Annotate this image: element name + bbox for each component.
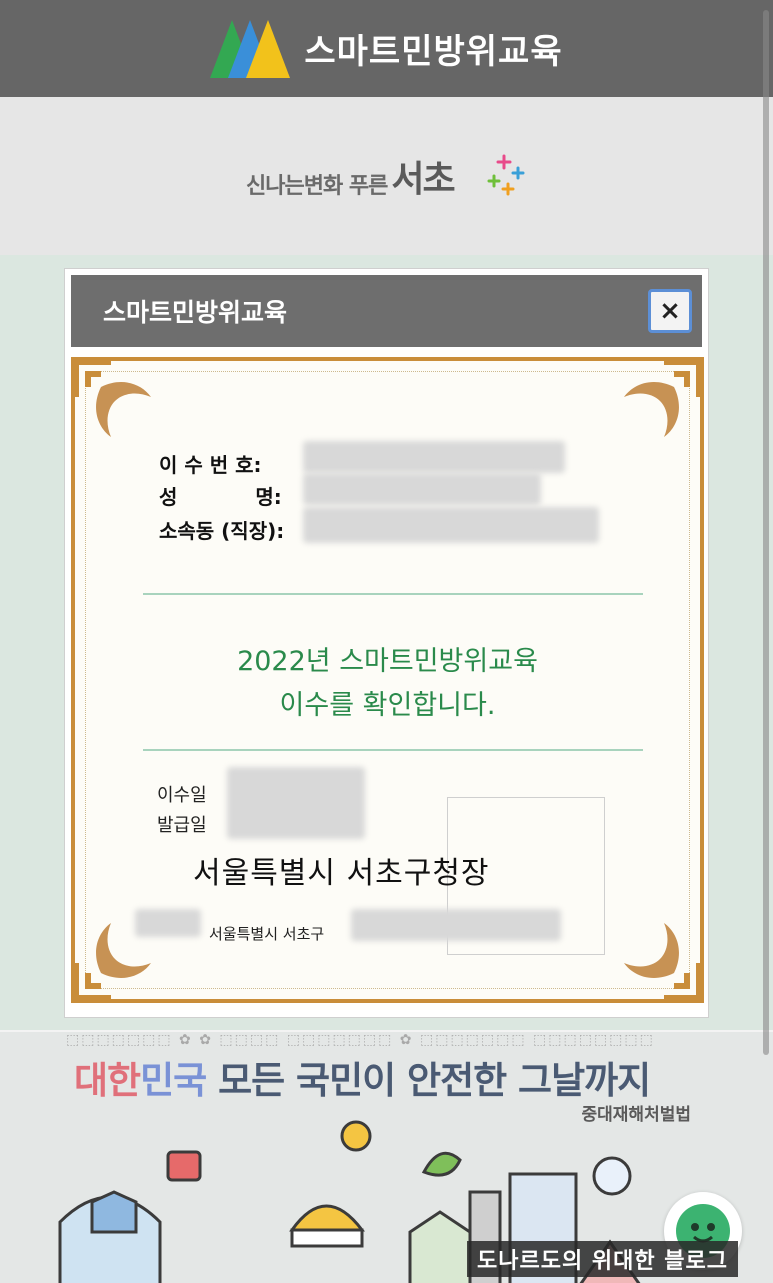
name-row: 성 명: <box>159 481 282 510</box>
slogan-small-text: 신나는변화 푸른 <box>246 174 388 199</box>
ornament-corner-icon <box>624 359 702 437</box>
dates-redacted <box>227 767 365 839</box>
divider-bottom <box>143 749 643 751</box>
org-redacted <box>303 507 599 543</box>
name-redacted <box>303 473 541 505</box>
modal-header: 스마트민방위교육 × <box>71 275 702 347</box>
certificate-number-redacted <box>303 441 565 473</box>
address-detail-redacted <box>351 909 561 941</box>
confirm-line-2: 이수를 확인합니다. <box>279 690 496 721</box>
name-label-second: 명: <box>255 485 282 509</box>
triangle-logo-icon <box>210 19 291 78</box>
seocho-slogan: 신나는변화 푸른 서초 <box>246 154 525 200</box>
modal-title: 스마트민방위교육 <box>103 298 288 327</box>
postcode-redacted <box>135 909 201 937</box>
org-label: 소속동 (직장): <box>159 519 285 543</box>
close-icon: × <box>659 296 681 326</box>
certificate-modal: 스마트민방위교육 × 이 수 번 호: 성 명: 소속동 (직장): 2022년… <box>64 268 709 1018</box>
banner-headline: 대한민국 모든 국민이 안전한 그날까지 <box>74 1059 651 1102</box>
stars-icon <box>487 154 525 196</box>
name-label-first: 성 <box>159 485 178 509</box>
scrollbar[interactable] <box>763 10 769 1055</box>
issuer-name: 서울특별시 서초구청장 <box>193 856 490 891</box>
app-logo[interactable]: 스마트민방위교육 <box>210 19 563 78</box>
completion-date-label: 이수일 <box>157 785 207 806</box>
certificate: 이 수 번 호: 성 명: 소속동 (직장): 2022년 스마트민방위교육 이… <box>71 357 704 1003</box>
app-header: 스마트민방위교육 <box>0 0 773 97</box>
banner-decor-strip: ⬚⬚⬚⬚⬚⬚⬚ ✿ ✿ ⬚⬚⬚⬚ ⬚⬚⬚⬚⬚⬚⬚ ✿ ⬚⬚⬚⬚⬚⬚⬚ ⬚⬚⬚⬚⬚… <box>66 1032 655 1048</box>
close-button[interactable]: × <box>648 289 692 333</box>
divider-top <box>143 593 643 595</box>
app-title: 스마트민방위교육 <box>304 32 563 72</box>
org-row: 소속동 (직장): <box>159 515 284 544</box>
confirm-line-1: 2022년 스마트민방위교육 <box>237 646 538 677</box>
ornament-corner-icon <box>73 359 151 437</box>
slogan-big-text: 서초 <box>391 159 455 200</box>
ornament-corner-icon <box>624 923 702 1001</box>
blog-watermark: 도나르도의 위대한 블로그 <box>467 1241 738 1277</box>
issuer-address: 서울특별시 서초구 <box>209 925 325 943</box>
issue-date-label: 발급일 <box>157 815 207 836</box>
certificate-number-row: 이 수 번 호: <box>159 449 262 478</box>
certificate-number-label: 이 수 번 호: <box>159 453 262 477</box>
